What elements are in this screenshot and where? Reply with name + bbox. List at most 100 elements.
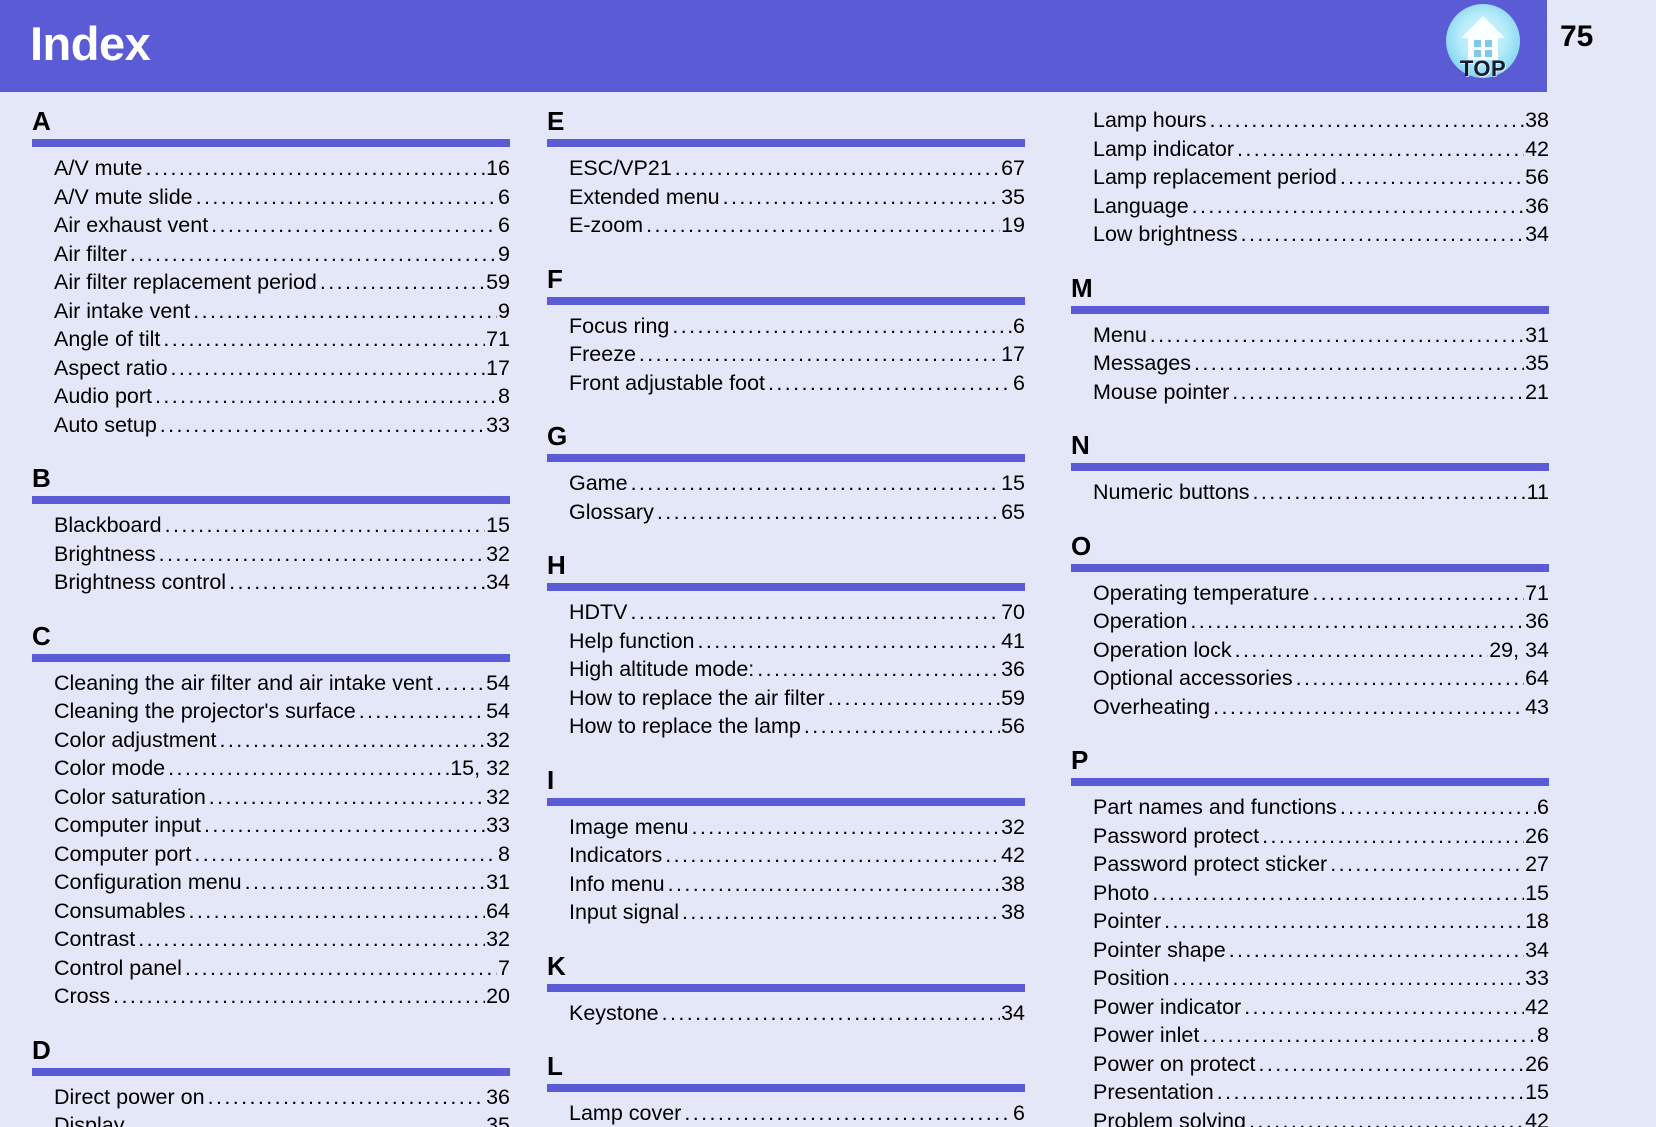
index-entry[interactable]: Info menu...............................… bbox=[547, 870, 1025, 899]
letter-group-o: O Operating temperature..................… bbox=[1071, 531, 1572, 722]
index-entry[interactable]: Cross...................................… bbox=[32, 982, 510, 1011]
index-entry[interactable]: Indicators..............................… bbox=[547, 841, 1025, 870]
index-entry[interactable]: How to replace the air filter...........… bbox=[547, 684, 1025, 713]
index-entry[interactable]: Part names and functions................… bbox=[1071, 793, 1549, 822]
index-entry[interactable]: Audio port..............................… bbox=[32, 382, 510, 411]
index-entry[interactable]: Lamp hours..............................… bbox=[1071, 106, 1549, 135]
index-entry[interactable]: High altitude mode:.....................… bbox=[547, 655, 1025, 684]
index-entry[interactable]: Cleaning the projector's surface........… bbox=[32, 697, 510, 726]
index-entry[interactable]: Numeric buttons.........................… bbox=[1071, 478, 1549, 507]
index-entry[interactable]: How to replace the lamp.................… bbox=[547, 712, 1025, 741]
index-entry[interactable]: Focus ring..............................… bbox=[547, 312, 1025, 341]
index-entry[interactable]: Password protect........................… bbox=[1071, 822, 1549, 851]
index-entry-page: 70 bbox=[1001, 600, 1025, 624]
index-entry[interactable]: Power on protect........................… bbox=[1071, 1050, 1549, 1079]
index-entry-list: Numeric buttons.........................… bbox=[1071, 478, 1572, 507]
index-entry[interactable]: Mouse pointer...........................… bbox=[1071, 378, 1549, 407]
index-entry[interactable]: Operating temperature...................… bbox=[1071, 579, 1549, 608]
index-entry[interactable]: Game....................................… bbox=[547, 469, 1025, 498]
index-entry-leader-dots: ........................................… bbox=[207, 1084, 486, 1109]
index-entry-label: Contrast bbox=[54, 927, 136, 951]
letter-divider bbox=[32, 653, 510, 662]
index-entry[interactable]: ESC/VP21................................… bbox=[547, 154, 1025, 183]
index-entry[interactable]: Brightness control......................… bbox=[32, 568, 510, 597]
index-entry[interactable]: Power inlet.............................… bbox=[1071, 1021, 1549, 1050]
index-entry[interactable]: Pointer shape...........................… bbox=[1071, 936, 1549, 965]
index-entry[interactable]: Computer input..........................… bbox=[32, 811, 510, 840]
index-entry[interactable]: Air exhaust vent........................… bbox=[32, 211, 510, 240]
index-entry-page: 35 bbox=[1001, 184, 1025, 209]
index-entry[interactable]: Operation lock..........................… bbox=[1071, 636, 1549, 665]
index-entry-page: 34 bbox=[1001, 1000, 1025, 1025]
index-entry[interactable]: Control panel...........................… bbox=[32, 954, 510, 983]
index-entry[interactable]: Lamp indicator..........................… bbox=[1071, 135, 1549, 164]
index-entry[interactable]: Cleaning the air filter and air intake v… bbox=[32, 669, 510, 698]
index-entry-leader-dots: ........................................… bbox=[630, 471, 1001, 495]
letter-heading: E bbox=[547, 106, 565, 136]
top-home-icon[interactable]: TOP bbox=[1446, 4, 1524, 88]
index-entry[interactable]: Input signal............................… bbox=[547, 898, 1025, 927]
index-entry[interactable]: Pointer.................................… bbox=[1071, 907, 1549, 936]
index-entry[interactable]: Extended menu...........................… bbox=[547, 183, 1025, 212]
index-entry[interactable]: Air filter replacement period...........… bbox=[32, 268, 510, 297]
index-entry[interactable]: Overheating.............................… bbox=[1071, 693, 1549, 722]
index-entry[interactable]: Configuration menu......................… bbox=[32, 868, 510, 897]
index-entry[interactable]: Menu....................................… bbox=[1071, 321, 1549, 350]
index-entry-page: 64 bbox=[1525, 666, 1549, 690]
index-entry[interactable]: Air intake vent.........................… bbox=[32, 297, 510, 326]
index-entry-page: 9 bbox=[498, 241, 510, 266]
index-entry[interactable]: Freeze..................................… bbox=[547, 340, 1025, 369]
index-entry[interactable]: Password protect sticker................… bbox=[1071, 850, 1549, 879]
index-entry[interactable]: Color saturation........................… bbox=[32, 783, 510, 812]
index-entry[interactable]: Power indicator.........................… bbox=[1071, 993, 1549, 1022]
index-entry-label: Color adjustment bbox=[54, 727, 217, 752]
index-entry[interactable]: Language................................… bbox=[1071, 192, 1549, 221]
index-entry[interactable]: E-zoom..................................… bbox=[547, 211, 1025, 240]
letter-divider bbox=[547, 296, 1025, 305]
index-entry-list: Direct power on.........................… bbox=[32, 1083, 524, 1127]
index-entry-label: Auto setup bbox=[54, 412, 157, 437]
index-entry[interactable]: Angle of tilt...........................… bbox=[32, 325, 510, 354]
index-entry[interactable]: Messages................................… bbox=[1071, 349, 1549, 378]
index-entry[interactable]: Lamp replacement period.................… bbox=[1071, 163, 1549, 192]
index-entry[interactable]: Problem solving.........................… bbox=[1071, 1107, 1549, 1127]
index-entry-label: Help function bbox=[569, 628, 695, 653]
index-entry[interactable]: A/V mute slide..........................… bbox=[32, 183, 510, 212]
index-entry[interactable]: Presentation............................… bbox=[1071, 1078, 1549, 1107]
index-entry[interactable]: HDTV....................................… bbox=[547, 598, 1025, 627]
index-entry-label: Configuration menu bbox=[54, 870, 242, 894]
index-entry-list: Image menu..............................… bbox=[547, 813, 1048, 927]
index-entry[interactable]: Keystone................................… bbox=[547, 999, 1025, 1028]
index-entry[interactable]: Photo...................................… bbox=[1071, 879, 1549, 908]
index-entry[interactable]: Blackboard..............................… bbox=[32, 511, 510, 540]
index-entry-page: 34 bbox=[1525, 222, 1549, 246]
index-entry[interactable]: Image menu..............................… bbox=[547, 813, 1025, 842]
index-entry[interactable]: Lamp cover..............................… bbox=[547, 1099, 1025, 1127]
index-entry[interactable]: Glossary................................… bbox=[547, 498, 1025, 527]
index-entry-page: 32 bbox=[486, 727, 510, 752]
index-entry[interactable]: Position................................… bbox=[1071, 964, 1549, 993]
index-entry[interactable]: Consumables.............................… bbox=[32, 897, 510, 926]
index-entry[interactable]: Front adjustable foot...................… bbox=[547, 369, 1025, 398]
letter-heading: K bbox=[547, 950, 566, 981]
index-entry[interactable]: Air filter..............................… bbox=[32, 240, 510, 269]
index-entry[interactable]: Display.................................… bbox=[32, 1111, 510, 1127]
index-entry-page: 26 bbox=[1525, 1051, 1549, 1076]
index-entry[interactable]: Operation...............................… bbox=[1071, 607, 1549, 636]
index-entry[interactable]: Computer port...........................… bbox=[32, 840, 510, 869]
letter-heading: G bbox=[547, 421, 568, 451]
letter-group-c: C Cleaning the air filter and air intake … bbox=[32, 621, 524, 1011]
index-entry[interactable]: A/V mute................................… bbox=[32, 154, 510, 183]
index-entry-label: How to replace the air filter bbox=[569, 685, 825, 710]
index-entry[interactable]: Color adjustment........................… bbox=[32, 726, 510, 755]
index-entry[interactable]: Auto setup..............................… bbox=[32, 411, 510, 440]
index-entry[interactable]: Optional accessories....................… bbox=[1071, 664, 1549, 693]
index-entry[interactable]: Aspect ratio............................… bbox=[32, 354, 510, 383]
index-entry[interactable]: Color mode..............................… bbox=[32, 754, 510, 783]
index-entry[interactable]: Contrast................................… bbox=[32, 925, 510, 954]
index-entry[interactable]: Direct power on.........................… bbox=[32, 1083, 510, 1112]
index-entry-page: 8 bbox=[498, 841, 510, 866]
index-entry[interactable]: Brightness..............................… bbox=[32, 540, 510, 569]
index-entry[interactable]: Help function...........................… bbox=[547, 627, 1025, 656]
index-entry[interactable]: Low brightness..........................… bbox=[1071, 220, 1549, 249]
